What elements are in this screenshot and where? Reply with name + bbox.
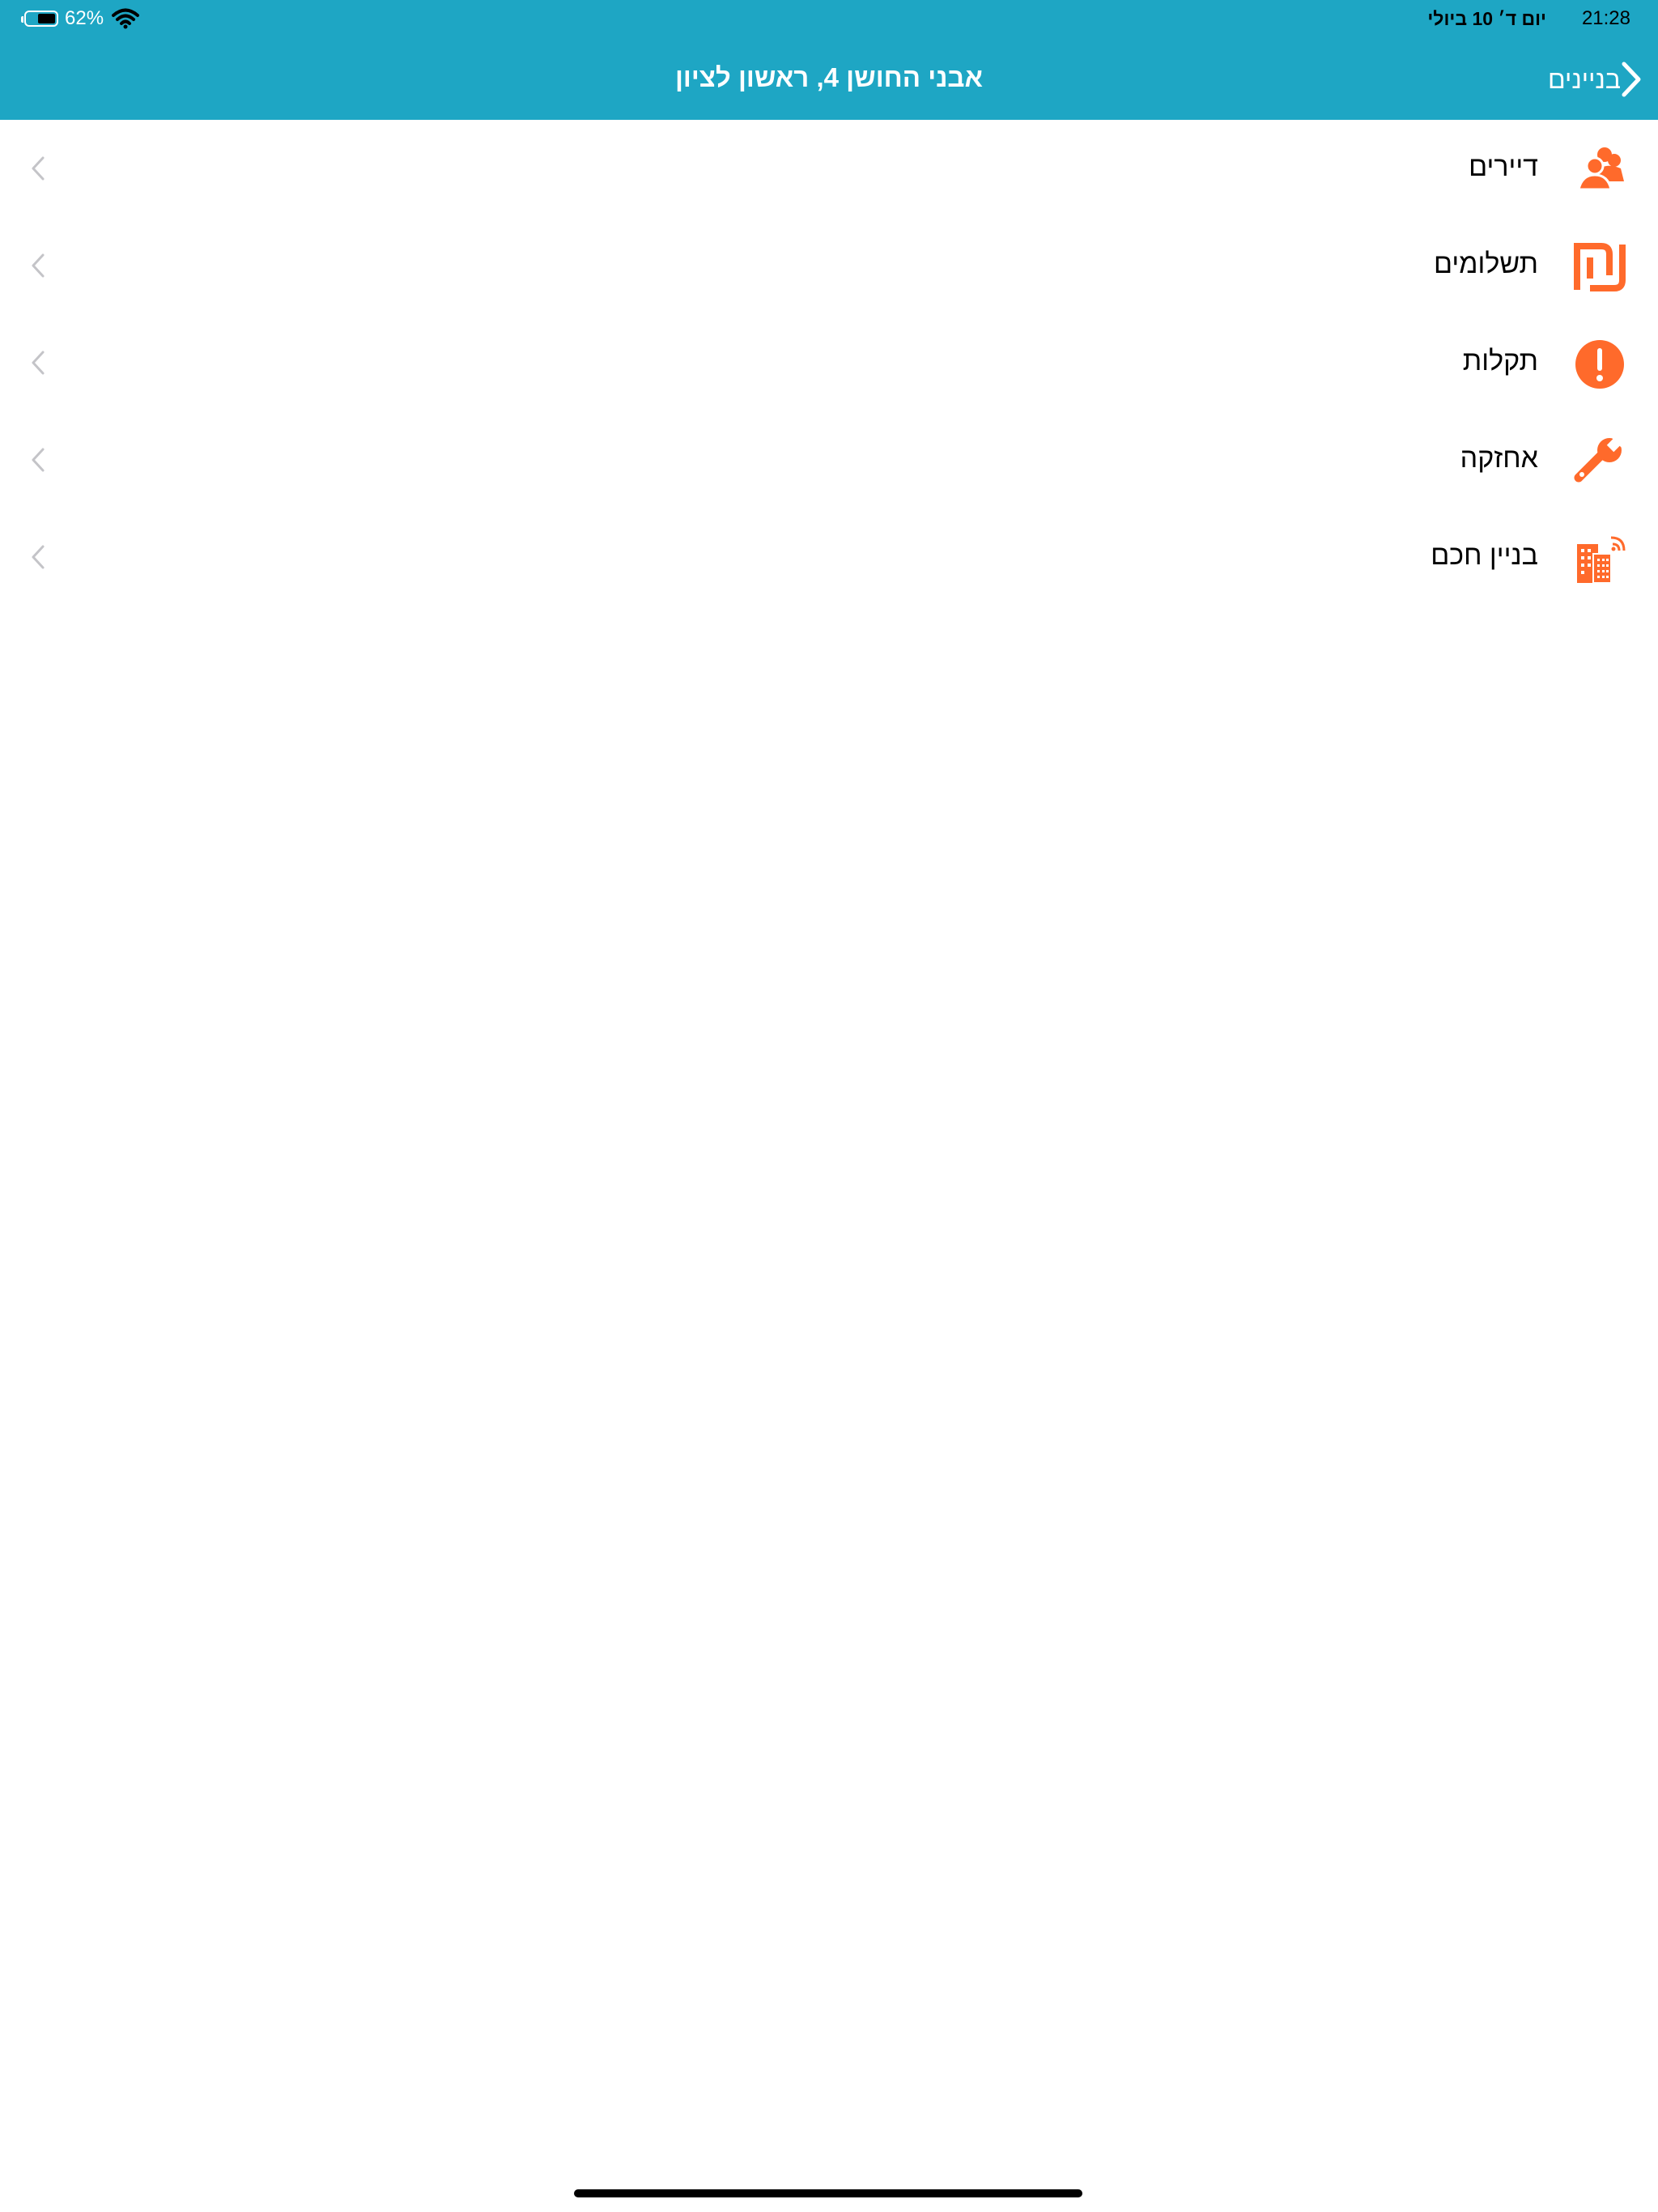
battery-percent: 62%: [65, 7, 104, 29]
battery-icon: [21, 11, 58, 27]
back-label: בניינים: [1547, 64, 1621, 94]
chevron-left-icon: [32, 545, 45, 569]
menu-item-label: בניין חכם: [1431, 540, 1538, 571]
status-time: 21:28: [1581, 7, 1630, 29]
menu-item-maintenance[interactable]: אחזקה: [0, 411, 1658, 508]
menu-item-label: תשלומים: [1433, 249, 1538, 279]
menu-item-label: אחזקה: [1460, 443, 1538, 474]
menu-item-smart-building[interactable]: בניין חכם: [0, 508, 1658, 606]
chevron-left-icon: [32, 351, 45, 375]
alert-icon: [1575, 340, 1624, 389]
page-title: אבני החושן 4, ראשון לציון: [674, 62, 984, 92]
menu-item-label: דיירים: [1469, 151, 1538, 182]
menu-item-residents[interactable]: דיירים: [0, 120, 1658, 217]
chevron-right-icon: [1622, 62, 1641, 97]
back-button[interactable]: בניינים: [1537, 57, 1642, 102]
building-menu-list: דיירים תשלומים תקלות אחזקה בניין חכם: [0, 120, 1658, 606]
shekel-icon: [1574, 243, 1626, 291]
menu-item-faults[interactable]: תקלות: [0, 314, 1658, 411]
wifi-icon: [112, 8, 140, 29]
chevron-left-icon: [32, 448, 45, 472]
home-indicator[interactable]: [574, 2189, 1082, 2197]
chevron-left-icon: [32, 253, 45, 278]
smart-building-icon: [1577, 536, 1626, 584]
menu-item-label: תקלות: [1462, 346, 1538, 376]
battery-status: 62%: [21, 7, 140, 30]
status-date: יום ד׳ 10 ביולי: [1427, 8, 1546, 29]
menu-item-payments[interactable]: תשלומים: [0, 217, 1658, 314]
navigation-header: 62% יום ד׳ 10 ביולי 21:28 אבני החושן 4, …: [0, 0, 1658, 120]
residents-icon: [1577, 147, 1624, 191]
wrench-icon: [1574, 436, 1622, 483]
chevron-left-icon: [32, 156, 45, 181]
